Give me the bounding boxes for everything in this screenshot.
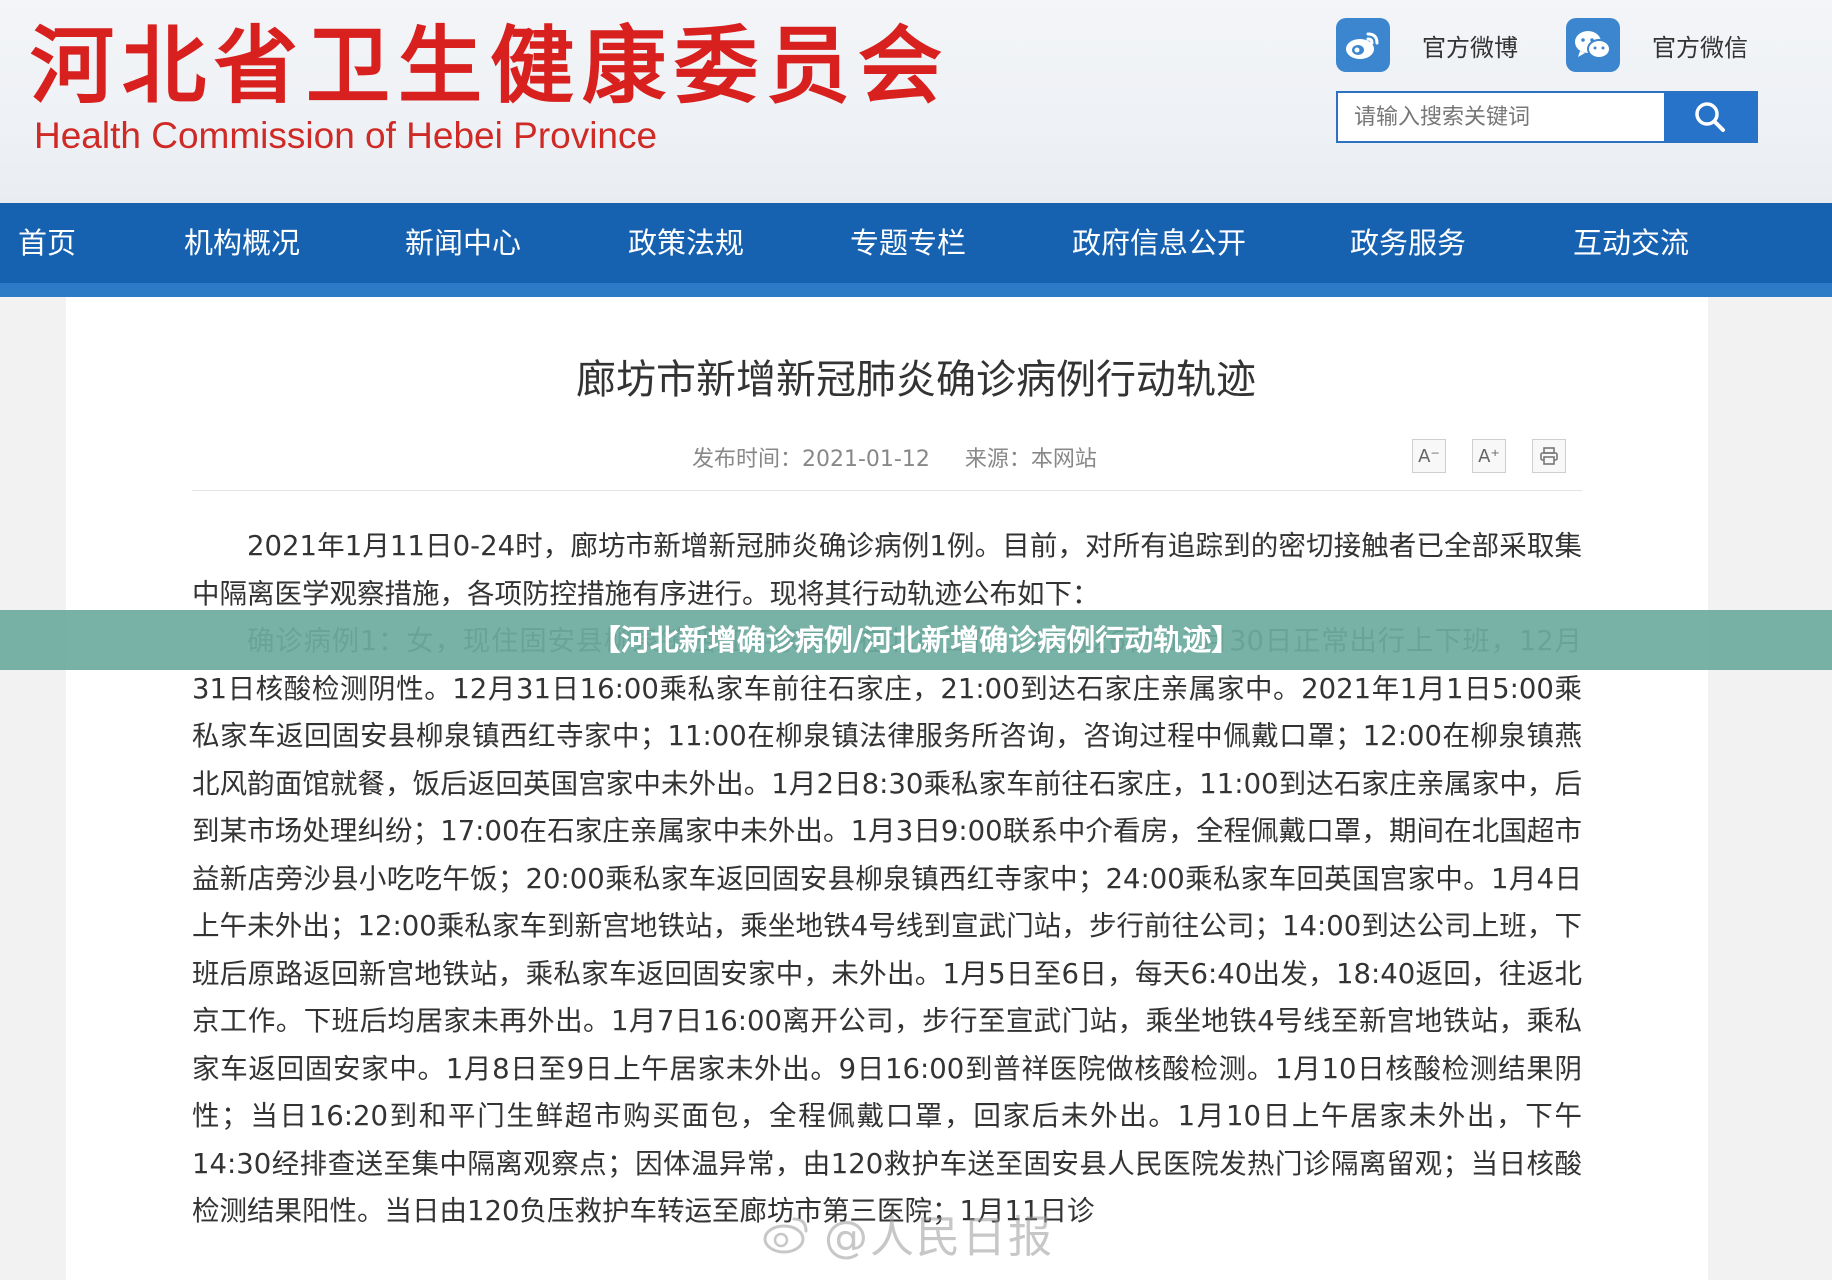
site-logo-en[interactable]: Health Commission of Hebei Province	[34, 114, 657, 158]
font-decrease-button[interactable]: A⁻	[1412, 439, 1446, 473]
weibo-icon[interactable]	[1336, 18, 1390, 72]
site-logo-cn[interactable]: 河北省卫生健康委员会	[30, 18, 950, 114]
watermark: @人民日报	[760, 1203, 1054, 1263]
site-header: 河北省卫生健康委员会 Health Commission of Hebei Pr…	[0, 0, 1832, 203]
meta-divider	[192, 490, 1582, 491]
wechat-icon[interactable]	[1566, 18, 1620, 72]
caption-banner-text: 【河北新增确诊病例/河北新增确诊病例行动轨迹】	[591, 623, 1241, 657]
nav-item-gov-info[interactable]: 政府信息公开	[1072, 203, 1246, 283]
search-box	[1336, 91, 1758, 143]
font-increase-button[interactable]: A⁺	[1472, 439, 1506, 473]
nav-item-interaction[interactable]: 互动交流	[1573, 203, 1689, 283]
nav-item-about[interactable]: 机构概况	[184, 203, 300, 283]
article-title: 廊坊市新增新冠肺炎确诊病例行动轨迹	[576, 357, 1256, 403]
wechat-label[interactable]: 官方微信	[1652, 28, 1748, 63]
search-input[interactable]	[1338, 93, 1664, 141]
nav-item-topics[interactable]: 专题专栏	[850, 203, 966, 283]
nav-item-policy[interactable]: 政策法规	[628, 203, 744, 283]
search-button[interactable]	[1664, 93, 1756, 141]
watermark-fade	[1260, 1195, 1500, 1255]
wechat-link[interactable]: 官方微信	[1566, 18, 1748, 72]
weibo-watermark-icon	[763, 1217, 808, 1254]
search-icon	[1695, 102, 1725, 132]
article-paragraph-1: 2021年1月11日0-24时，廊坊市新增新冠肺炎确诊病例1例。目前，对所有追踪…	[192, 530, 1582, 610]
printer-icon	[1540, 447, 1558, 465]
nav-item-services[interactable]: 政务服务	[1350, 203, 1466, 283]
print-button[interactable]	[1532, 439, 1566, 473]
nav-item-home[interactable]: 首页	[18, 203, 76, 283]
article-paragraph-2: 确诊病例1：女，现住固安县柳泉镇西红寺家中，在北京工作，12月26日-12月30…	[192, 625, 1582, 1227]
publish-time: 发布时间：2021-01-12	[692, 447, 930, 472]
article-source: 来源：本网站	[964, 447, 1097, 472]
nav-item-news[interactable]: 新闻中心	[405, 203, 521, 283]
weibo-link[interactable]: 官方微博	[1336, 18, 1518, 72]
main-nav: 首页 机构概况 新闻中心 政策法规 专题专栏 政府信息公开 政务服务 互动交流	[0, 203, 1832, 297]
watermark-text: @人民日报	[824, 1212, 1054, 1263]
article-meta: 发布时间：2021-01-12 来源：本网站	[692, 444, 1125, 476]
weibo-label[interactable]: 官方微博	[1422, 28, 1518, 63]
